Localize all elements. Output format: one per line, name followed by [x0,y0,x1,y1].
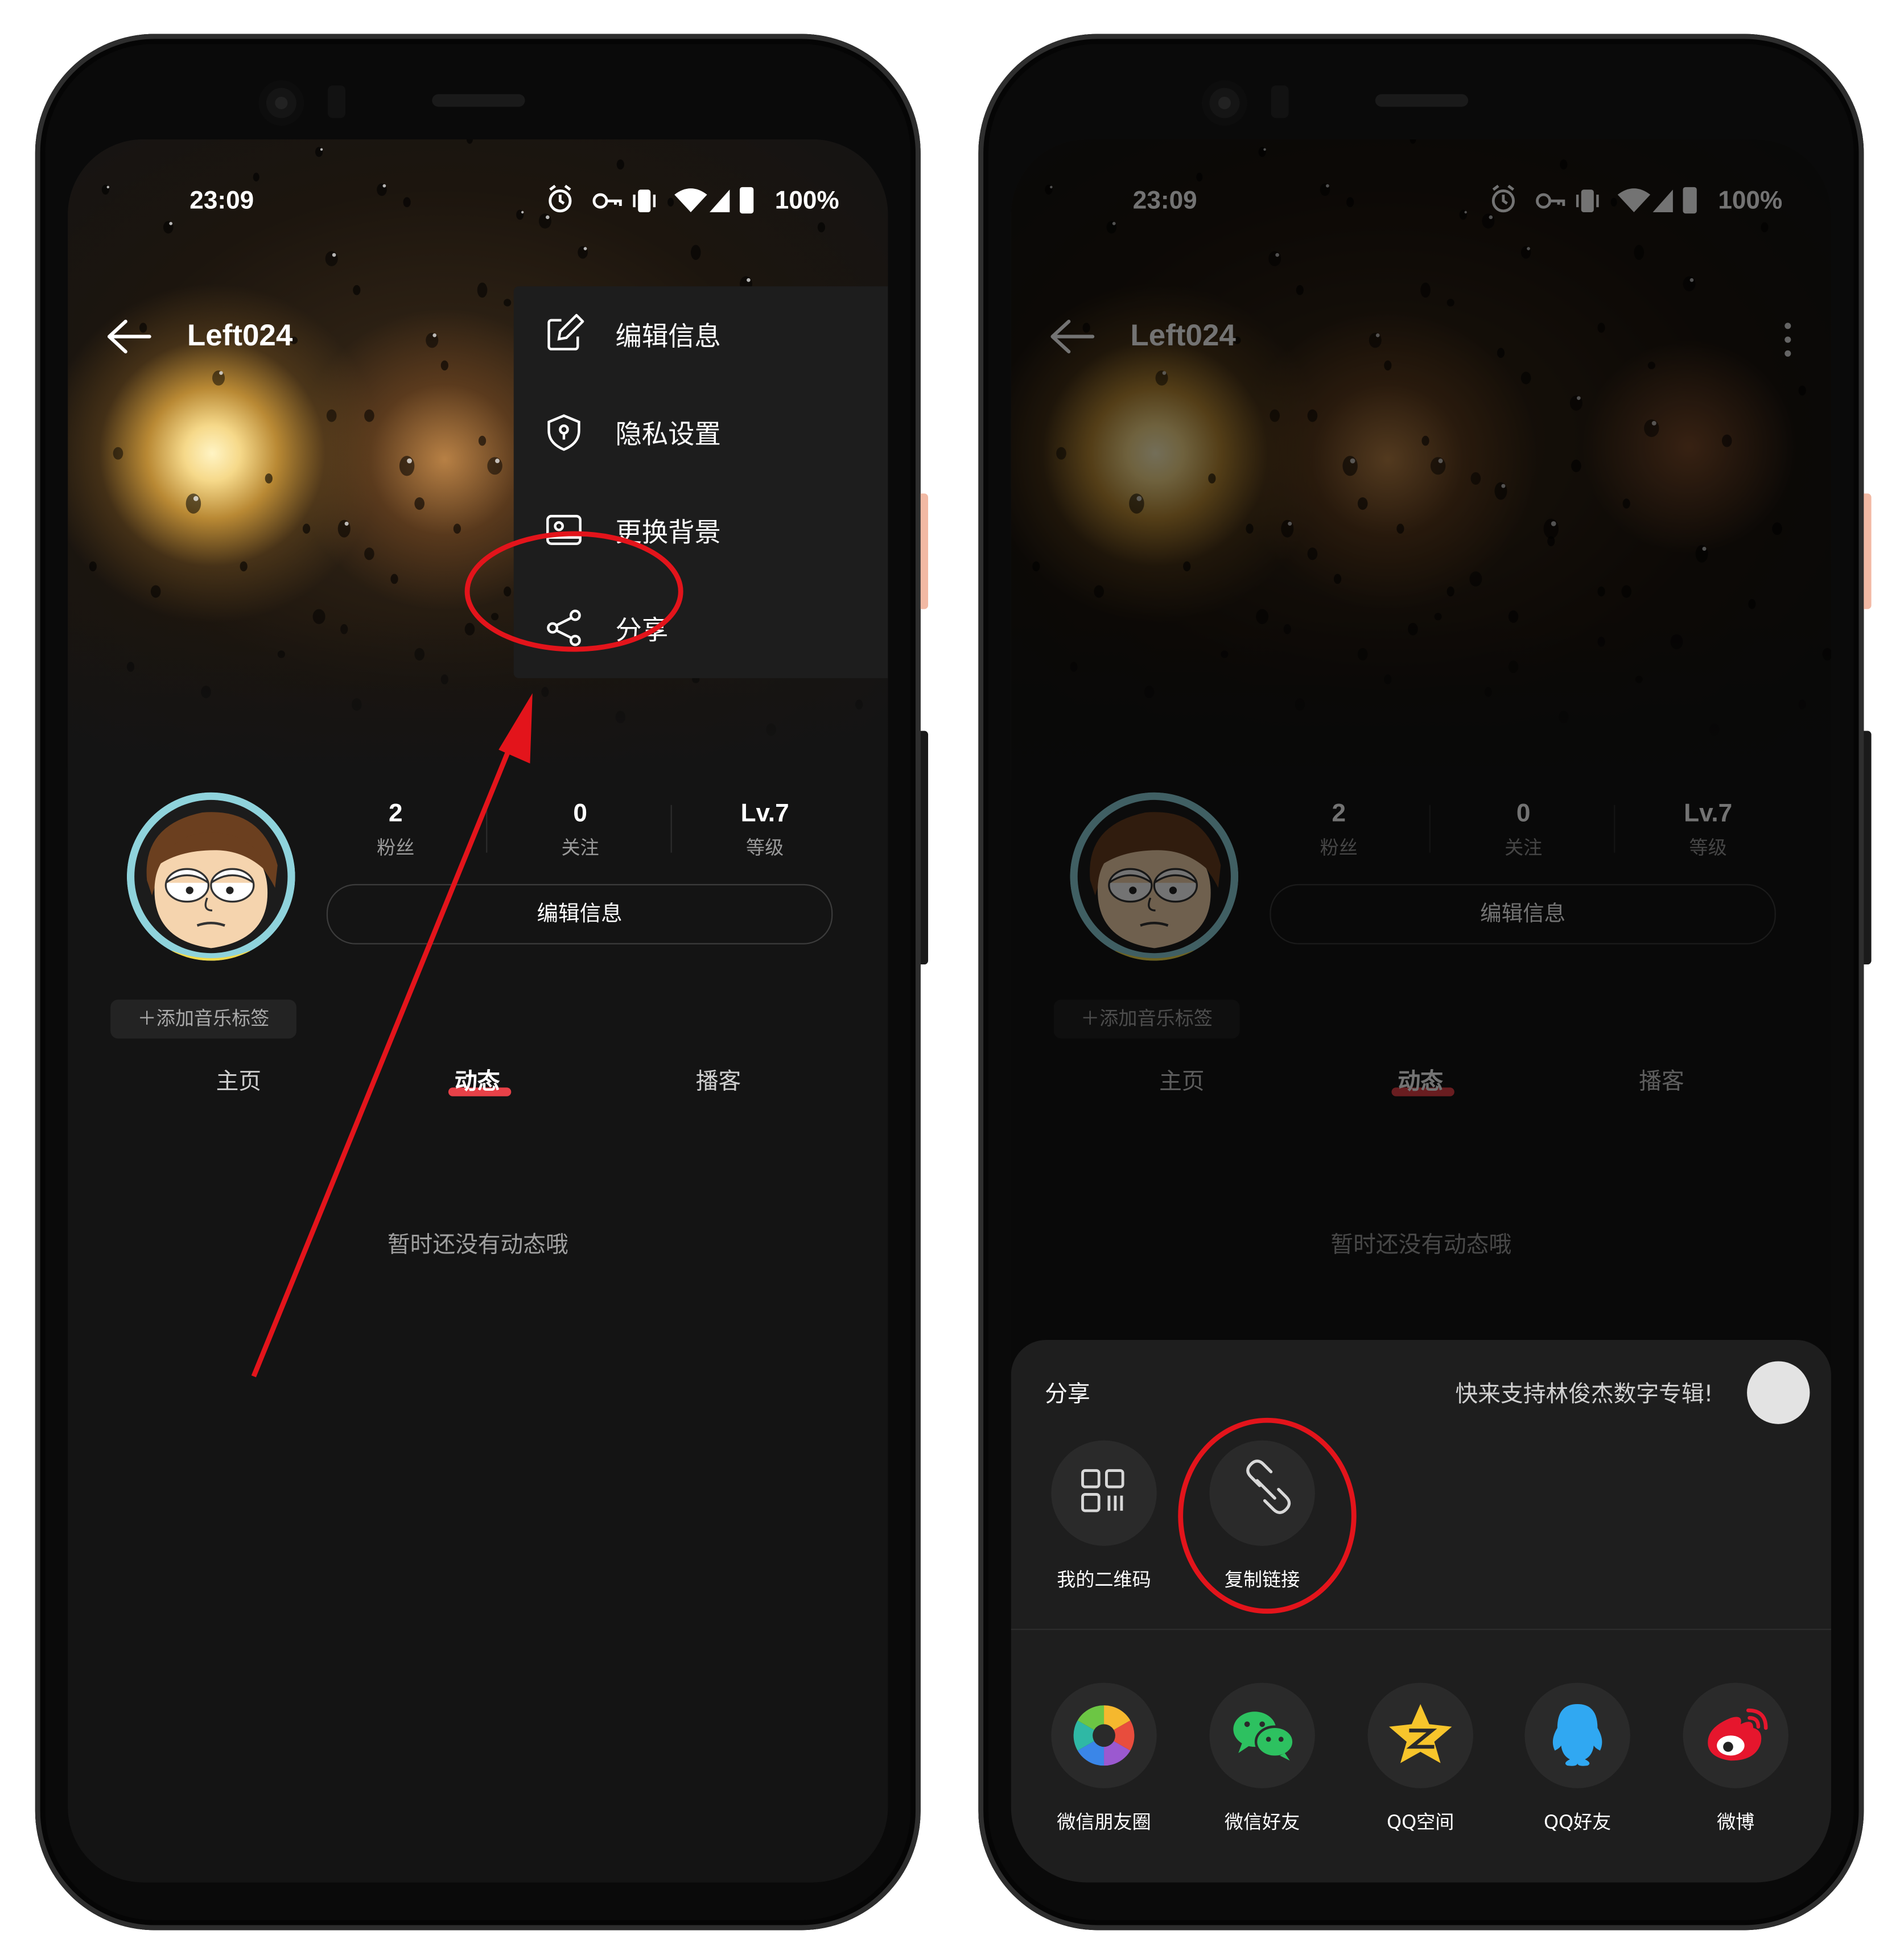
edit-profile-button[interactable]: 编辑信息 [326,884,833,944]
image-card-icon [546,514,582,545]
share-platform-weibo[interactable]: 微博 [1673,1682,1799,1835]
share-option-qr-code[interactable]: 我的二维码 [1041,1440,1167,1593]
menu-item-edit-info[interactable]: 编辑信息 [514,286,888,384]
volume-button [920,731,929,965]
vpn-key-icon [592,193,622,209]
share-icon [547,609,581,646]
power-button [920,493,929,609]
comparison-scene: 23:09 100% Left024 2 粉丝 0 关注 Lv.7 等级 编辑信… [0,0,1904,1955]
menu-item-privacy[interactable]: 隐私设置 [514,384,888,482]
back-arrow-icon[interactable] [105,317,153,355]
earpiece [432,94,525,107]
sensor [328,85,345,118]
power-button [1864,493,1872,609]
stat-level[interactable]: Lv.7 等级 [702,800,828,860]
battery-icon [739,187,754,214]
share-sheet-title: 分享 [1045,1381,1090,1408]
status-icons [549,184,754,214]
add-music-tag-button[interactable]: ＋添加音乐标签 [110,999,296,1039]
alarm-icon [549,184,572,213]
tab-podcast[interactable]: 播客 [696,1063,741,1096]
status-time: 23:09 [189,187,254,215]
menu-item-share[interactable]: 分享 [514,580,888,678]
empty-state-message: 暂时还没有动态哦 [387,1232,568,1259]
share-platform-qzone[interactable]: QQ空间 [1358,1682,1483,1835]
status-battery: 100% [774,187,839,215]
front-camera [258,80,304,126]
overflow-menu: 编辑信息 隐私设置 更换背景 分享 [513,286,888,678]
promo-thumbnail[interactable] [1747,1361,1810,1424]
moments-icon [1073,1705,1135,1766]
screen: 23:09 100% Left024 2 粉丝 0 关注 Lv.7 等级 编辑信… [68,139,888,1883]
vibrate-icon [633,189,656,212]
share-sheet: 分享 快来支持林俊杰数字专辑! 我的二维码 复制链接 微信朋友圈 微信好友 QQ… [1011,1339,1831,1883]
front-camera [1202,80,1247,126]
qzone-icon [1389,1704,1452,1763]
qq-icon [1552,1704,1602,1766]
edit-icon [547,314,584,350]
share-option-copy-link[interactable]: 复制链接 [1200,1440,1325,1593]
phone-right: 23:09 100% Left024 2 粉丝 0 [978,34,1872,1931]
tab-home[interactable]: 主页 [216,1063,261,1096]
weibo-icon [1708,1708,1768,1761]
wechat-icon [1233,1711,1295,1761]
qr-code-icon [1081,1469,1124,1512]
screen: 23:09 100% Left024 2 粉丝 0 [1011,139,1831,1883]
share-platform-moments[interactable]: 微信朋友圈 [1041,1682,1167,1835]
promo-text[interactable]: 快来支持林俊杰数字专辑! [1456,1376,1713,1409]
avatar[interactable] [127,793,295,961]
stat-followers[interactable]: 2 粉丝 [333,800,459,860]
shield-lock-icon [547,414,580,451]
sensor [1271,85,1289,118]
earpiece [1375,94,1469,107]
wifi-icon [674,188,707,212]
share-platform-qq[interactable]: QQ好友 [1515,1682,1641,1835]
share-platform-wechat[interactable]: 微信好友 [1200,1682,1325,1835]
tab-activity[interactable]: 动态 [455,1063,500,1096]
stat-following[interactable]: 0 关注 [517,800,643,860]
menu-item-change-background[interactable]: 更换背景 [514,482,888,580]
link-icon [1246,1459,1291,1515]
phone-left: 23:09 100% Left024 2 粉丝 0 关注 Lv.7 等级 编辑信… [35,34,929,1931]
profile-username: Left024 [187,319,293,353]
volume-button [1864,731,1872,965]
signal-icon [710,189,730,212]
